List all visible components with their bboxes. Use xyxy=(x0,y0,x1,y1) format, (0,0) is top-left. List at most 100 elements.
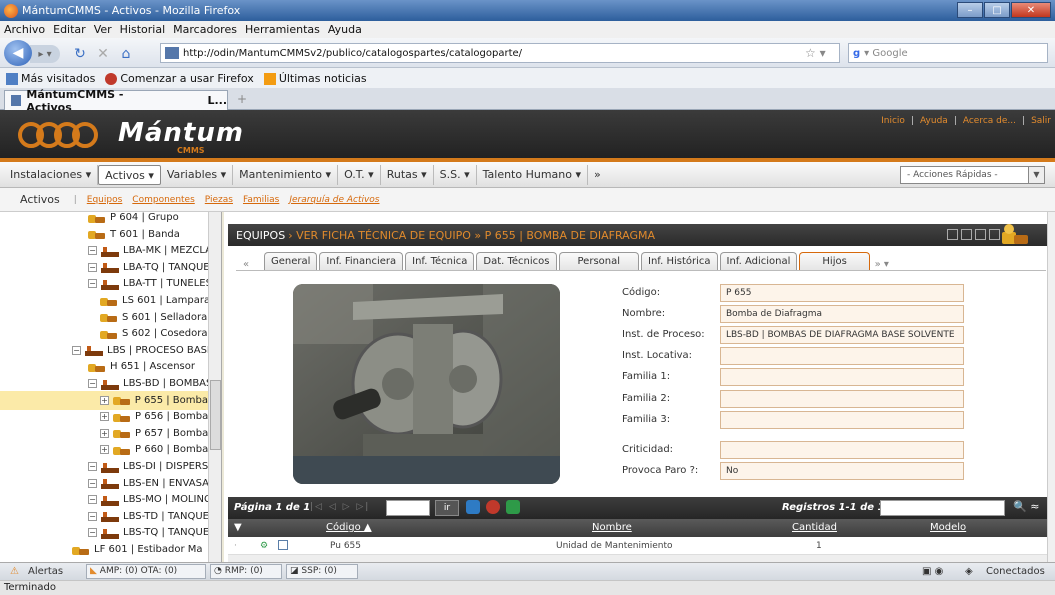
bookmark-comenzar[interactable]: Comenzar a usar Firefox xyxy=(105,72,254,85)
tree-expander-icon[interactable]: − xyxy=(88,495,97,505)
row-action-icon[interactable]: ⚙ xyxy=(260,541,268,551)
form-field[interactable] xyxy=(720,411,964,429)
submenu-componentes[interactable]: Componentes xyxy=(132,195,194,205)
tree-item[interactable]: S 602 | Cosedora xyxy=(100,324,208,343)
rmp-box[interactable]: ◔ RMP: (0) xyxy=(210,564,282,579)
new-tab-button[interactable]: + xyxy=(232,92,252,108)
forward-button[interactable]: ▸ ▾ xyxy=(30,45,60,63)
home-icon[interactable]: ⌂ xyxy=(118,46,134,62)
bookmark-mas-visitados[interactable]: Más visitados xyxy=(6,72,95,85)
tree-item[interactable]: LF 601 | Estibador Ma xyxy=(72,540,203,559)
amp-ota-box[interactable]: ◣ AMP: (0) OTA: (0) xyxy=(86,564,206,579)
tree-item[interactable]: − LBS-DI | DISPERSO xyxy=(88,457,216,476)
form-field[interactable] xyxy=(720,368,964,386)
tree-item[interactable]: − LBA-MK | MEZCLA xyxy=(88,241,212,260)
tree-expander-icon[interactable]: − xyxy=(88,379,97,388)
grid-pager-controls[interactable]: |◁ ◁ ▷ ▷| xyxy=(310,502,370,512)
alerts-label[interactable]: Alertas xyxy=(28,565,63,579)
bookmark-noticias[interactable]: Últimas noticias xyxy=(263,72,367,85)
col-cantidad[interactable]: Cantidad xyxy=(792,522,837,533)
col-modelo[interactable]: Modelo xyxy=(930,522,966,533)
minimize-button[interactable]: – xyxy=(957,2,983,18)
tree-item[interactable]: S 601 | Selladora xyxy=(100,308,207,327)
tab-general[interactable]: General xyxy=(264,252,318,270)
form-field[interactable]: Bomba de Diafragma xyxy=(720,305,964,323)
tree-item[interactable]: + P 655 | Bomba xyxy=(0,390,208,410)
tree-scrollbar[interactable] xyxy=(208,212,221,562)
link-ayuda[interactable]: Ayuda xyxy=(920,116,948,126)
pdf-icon[interactable] xyxy=(486,500,500,514)
filter-icon[interactable]: ▼ xyxy=(234,522,242,533)
grid-search-input[interactable] xyxy=(880,500,1005,516)
tab-inf-adicional[interactable]: Inf. Adicional xyxy=(719,252,798,270)
menu-more[interactable]: » xyxy=(588,165,607,185)
tab-inf-financiera[interactable]: Inf. Financiera xyxy=(319,252,404,270)
maximize-button[interactable]: □ xyxy=(984,2,1010,18)
tree-expander-icon[interactable]: + xyxy=(100,445,109,455)
go-button[interactable]: ir xyxy=(435,500,459,516)
tab-hijos[interactable]: Hijos xyxy=(799,252,870,270)
menu-ayuda[interactable]: Ayuda xyxy=(328,23,362,36)
row-edit-icon[interactable] xyxy=(278,540,288,550)
menu-rutas[interactable]: Rutas ▾ xyxy=(381,164,434,185)
col-nombre[interactable]: Nombre xyxy=(592,522,632,533)
tree-expander-icon[interactable]: − xyxy=(88,246,97,256)
form-field[interactable]: P 655 xyxy=(720,284,964,302)
submenu-equipos[interactable]: Equipos xyxy=(87,195,123,205)
view-edit-icon[interactable] xyxy=(989,229,1000,240)
tree-item[interactable]: − LBS | PROCESO BASE xyxy=(72,341,213,360)
menu-editar[interactable]: Editar xyxy=(53,23,86,36)
form-field[interactable] xyxy=(720,347,964,365)
tree-item[interactable]: − LBS-TD | TANQUE xyxy=(88,507,209,526)
tree-expander-icon[interactable]: − xyxy=(88,511,97,521)
url-bar[interactable]: http://odin/MantumCMMSv2/publico/catalog… xyxy=(160,43,840,63)
tree-expander-icon[interactable]: − xyxy=(72,345,81,355)
view-detail-icon[interactable] xyxy=(975,229,986,240)
tab-dat-tecnicos[interactable]: Dat. Técnicos xyxy=(476,252,557,270)
tree-item[interactable]: − LBS-TQ | TANQUE xyxy=(88,523,209,542)
menu-ot[interactable]: O.T. ▾ xyxy=(338,164,381,185)
tree-expander-icon[interactable]: − xyxy=(88,478,97,488)
tree-expander-icon[interactable]: − xyxy=(88,262,97,272)
menu-ver[interactable]: Ver xyxy=(94,23,112,36)
content-scrollbar[interactable] xyxy=(1047,212,1055,562)
tree-item[interactable]: LS 601 | Lampara xyxy=(100,291,210,310)
tree-expander-icon[interactable]: − xyxy=(88,279,97,289)
submenu-familias[interactable]: Familias xyxy=(243,195,279,205)
tree-item[interactable]: + P 657 | Bomba xyxy=(100,424,208,443)
tree-expander-icon[interactable]: − xyxy=(88,462,97,471)
tree-item[interactable]: P 604 | Grupo xyxy=(88,212,179,227)
menu-marcadores[interactable]: Marcadores xyxy=(173,23,237,36)
submenu-piezas[interactable]: Piezas xyxy=(205,195,233,205)
bookmark-star-icon[interactable]: ☆ ▾ xyxy=(805,46,826,60)
tree-item[interactable]: − LBS-EN | ENVASAD xyxy=(88,474,217,493)
tree-item[interactable]: − LBS-MO | MOLINC xyxy=(88,490,211,509)
view-grid-icon[interactable] xyxy=(947,229,958,240)
link-salir[interactable]: Salir xyxy=(1031,116,1051,126)
col-codigo[interactable]: Código ▲ xyxy=(326,522,372,533)
menu-talento-humano[interactable]: Talento Humano ▾ xyxy=(477,164,589,185)
menu-mantenimiento[interactable]: Mantenimiento ▾ xyxy=(233,164,339,185)
menu-ss[interactable]: S.S. ▾ xyxy=(434,164,477,185)
tree-item[interactable]: + P 656 | Bomba xyxy=(100,407,208,426)
menu-historial[interactable]: Historial xyxy=(120,23,165,36)
tab-inf-tecnica[interactable]: Inf. Técnica xyxy=(405,252,475,270)
form-field[interactable]: No xyxy=(720,462,964,480)
tree-item[interactable]: H 651 | Ascensor xyxy=(88,357,195,376)
menu-activos[interactable]: Activos ▾ xyxy=(98,164,161,185)
tree-item[interactable]: − LBA-TT | TUNELES xyxy=(88,274,212,293)
tab-inf-historica[interactable]: Inf. Histórica xyxy=(641,252,718,270)
form-field[interactable] xyxy=(720,390,964,408)
grid-scrollbar[interactable] xyxy=(228,555,1050,562)
back-button[interactable]: ◀ xyxy=(4,40,32,66)
tabs-prev-icon[interactable]: « xyxy=(236,259,256,270)
view-list-icon[interactable] xyxy=(961,229,972,240)
print-icon[interactable] xyxy=(466,500,480,514)
close-button[interactable]: ✕ xyxy=(1011,2,1051,18)
menu-instalaciones[interactable]: Instalaciones ▾ xyxy=(4,164,99,185)
menu-archivo[interactable]: Archivo xyxy=(4,23,45,36)
browser-tab-activos[interactable]: MántumCMMS - Activos L... xyxy=(4,88,228,114)
excel-icon[interactable] xyxy=(506,500,520,514)
tree-expander-icon[interactable]: + xyxy=(100,412,109,422)
stop-icon[interactable]: ✕ xyxy=(95,46,111,62)
